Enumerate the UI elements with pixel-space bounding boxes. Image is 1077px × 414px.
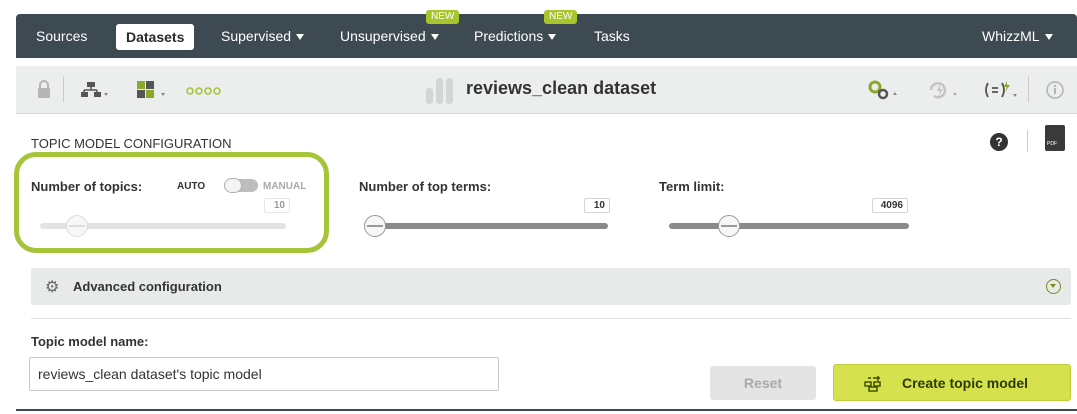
dataset-title: reviews_clean dataset [466, 78, 657, 98]
toolbar-divider [63, 76, 64, 102]
top-terms-label: Number of top terms: [359, 179, 492, 194]
top-navbar: Sources Datasets Supervised Unsupervised… [16, 10, 1077, 58]
dataset-bars-icon [426, 78, 456, 104]
nav-sources[interactable]: Sources [36, 14, 87, 58]
nav-tasks[interactable]: Tasks [594, 14, 630, 58]
info-icon[interactable] [1044, 78, 1066, 102]
settings-gear-icon[interactable] [866, 78, 900, 102]
term-limit-slider-handle[interactable] [718, 215, 740, 237]
nav-supervised[interactable]: Supervised [221, 14, 305, 58]
section-title: TOPIC MODEL CONFIGURATION [31, 136, 232, 151]
topic-model-name-label: Topic model name: [31, 334, 149, 349]
chevron-down-icon [296, 34, 305, 41]
term-limit-slider-track[interactable] [669, 223, 909, 229]
number-of-topics-slider-handle [65, 215, 88, 237]
manual-label: MANUAL [263, 181, 307, 192]
chevron-down-icon [430, 34, 439, 41]
chevron-down-icon [548, 34, 557, 41]
advanced-configuration-label: Advanced configuration [73, 279, 222, 294]
toolbar-divider [1028, 76, 1029, 102]
sample-icon[interactable] [134, 78, 168, 102]
top-terms-slider-track[interactable] [368, 223, 608, 229]
gears-icon: ⚙ [45, 279, 60, 296]
create-topic-model-button[interactable]: Create topic model [833, 364, 1071, 401]
reset-button[interactable]: Reset [710, 366, 816, 400]
nav-unsupervised[interactable]: Unsupervised [340, 14, 439, 58]
lock-icon[interactable] [36, 78, 52, 102]
dots-icon[interactable] [186, 78, 226, 102]
create-topic-model-label: Create topic model [902, 375, 1029, 391]
expand-toggle-icon[interactable] [1046, 279, 1061, 294]
header-divider [1027, 130, 1028, 152]
help-icon[interactable]: ? [990, 133, 1008, 151]
toggle-knob[interactable] [224, 178, 242, 193]
nav-whizzml[interactable]: WhizzML [982, 14, 1053, 58]
refresh-icon[interactable] [926, 78, 960, 102]
nav-datasets[interactable]: Datasets [116, 24, 195, 50]
number-of-topics-label: Number of topics: [31, 179, 143, 194]
new-badge: NEW [544, 10, 578, 24]
top-terms-value[interactable]: 10 [584, 198, 610, 213]
pdf-icon[interactable]: PDF [1045, 125, 1065, 151]
term-limit-value[interactable]: 4096 [872, 198, 908, 213]
number-of-topics-value: 10 [264, 198, 290, 213]
topic-model-icon [864, 376, 881, 392]
section-divider [31, 318, 1071, 319]
new-badge: NEW [426, 10, 460, 24]
chevron-down-icon [1044, 34, 1053, 41]
top-terms-slider-handle[interactable] [364, 215, 387, 237]
auto-label: AUTO [177, 181, 206, 192]
tree-icon[interactable] [80, 78, 110, 102]
bottom-border [16, 409, 1077, 411]
formula-icon[interactable] [982, 78, 1022, 102]
dataset-toolbar: reviews_clean dataset [16, 66, 1077, 114]
term-limit-label: Term limit: [659, 179, 725, 194]
advanced-configuration-bar[interactable]: ⚙ Advanced configuration [31, 268, 1071, 305]
auto-manual-toggle[interactable] [224, 178, 258, 193]
topic-model-name-input[interactable] [29, 357, 499, 391]
